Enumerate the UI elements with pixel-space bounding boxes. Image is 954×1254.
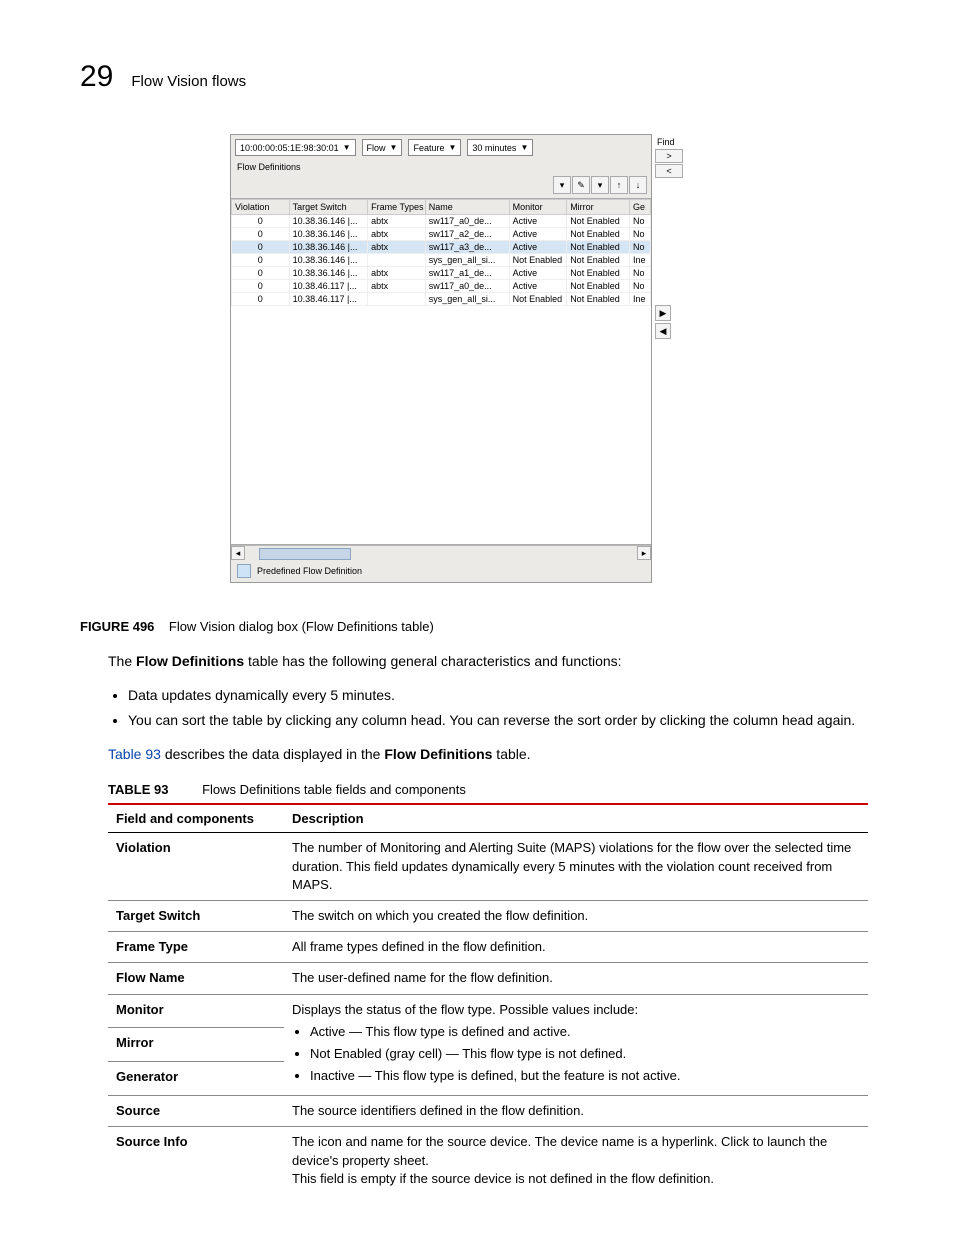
field-description: The switch on which you created the flow…: [284, 900, 868, 931]
field-description: The user-defined name for the flow defin…: [284, 963, 868, 994]
grid-column-header[interactable]: Ge: [630, 200, 651, 215]
flow-definitions-grid[interactable]: ViolationTarget SwitchFrame TypesNameMon…: [231, 198, 651, 545]
col-field: Field and components: [108, 804, 284, 833]
table-row[interactable]: 010.38.36.146 |...abtxsw117_a3_de...Acti…: [232, 241, 651, 254]
find-prev-button[interactable]: <: [655, 164, 683, 178]
legend-swatch: [237, 564, 251, 578]
figure-caption: FIGURE 496 Flow Vision dialog box (Flow …: [80, 619, 874, 634]
table-row[interactable]: 010.38.46.117 |...abtxsw117_a0_de...Acti…: [232, 280, 651, 293]
field-description: All frame types defined in the flow defi…: [284, 932, 868, 963]
table-caption: TABLE 93 Flows Definitions table fields …: [108, 782, 874, 797]
field-name: Monitor: [108, 994, 284, 1028]
feature-combo[interactable]: Feature▼: [408, 139, 461, 156]
table-row[interactable]: 010.38.36.146 |...abtxsw117_a1_de...Acti…: [232, 267, 651, 280]
page-header: 29 Flow Vision flows: [80, 60, 874, 94]
wwn-combo[interactable]: 10:00:00:05:1E:98:30:01▼: [235, 139, 356, 156]
table-row[interactable]: 010.38.36.146 |...abtxsw117_a0_de...Acti…: [232, 215, 651, 228]
field-description: The source identifiers defined in the fl…: [284, 1096, 868, 1127]
monitor-value-item: Active — This flow type is defined and a…: [310, 1023, 860, 1041]
dropdown-icon[interactable]: ▾: [553, 176, 571, 194]
flow-combo[interactable]: Flow▼: [362, 139, 403, 156]
legend-text: Predefined Flow Definition: [257, 566, 362, 576]
field-name: Flow Name: [108, 963, 284, 994]
field-name: Source Info: [108, 1127, 284, 1194]
find-label: Find: [655, 137, 685, 147]
up-arrow-icon[interactable]: ↑: [610, 176, 628, 194]
field-name: Source: [108, 1096, 284, 1127]
intro-paragraph: The Flow Definitions table has the follo…: [108, 652, 874, 672]
field-name: Violation: [108, 833, 284, 901]
field-name: Frame Type: [108, 932, 284, 963]
nav-right-icon[interactable]: ▶: [655, 305, 671, 321]
table-row[interactable]: 010.38.36.146 |...abtxsw117_a2_de...Acti…: [232, 228, 651, 241]
table-93: Field and components Description Violati…: [108, 803, 868, 1194]
table-title: Flows Definitions table fields and compo…: [202, 782, 466, 797]
legend: Predefined Flow Definition: [231, 560, 651, 582]
field-description: The number of Monitoring and Alerting Su…: [284, 833, 868, 901]
toolbar-icons: ▾ ✎ ▾ ↑ ↓: [231, 174, 651, 198]
bullet-item: You can sort the table by clicking any c…: [128, 711, 874, 731]
table-93-link[interactable]: Table 93: [108, 746, 161, 762]
nav-left-icon[interactable]: ◀: [655, 323, 671, 339]
dropdown2-icon[interactable]: ▾: [591, 176, 609, 194]
xref-paragraph: Table 93 describes the data displayed in…: [108, 745, 874, 765]
monitor-value-item: Inactive — This flow type is defined, bu…: [310, 1067, 860, 1085]
field-name: Mirror: [108, 1028, 284, 1062]
section-title: Flow Vision flows: [131, 73, 246, 90]
field-name: Generator: [108, 1062, 284, 1096]
field-description: Displays the status of the flow type. Po…: [284, 994, 868, 1096]
down-arrow-icon[interactable]: ↓: [629, 176, 647, 194]
config-icon[interactable]: ✎: [572, 176, 590, 194]
find-panel: Find > <: [655, 137, 685, 179]
bullet-item: Data updates dynamically every 5 minutes…: [128, 686, 874, 706]
table-number: TABLE 93: [108, 782, 168, 797]
intro-bullets: Data updates dynamically every 5 minutes…: [128, 686, 874, 731]
grid-column-header[interactable]: Frame Types: [368, 200, 426, 215]
flow-vision-dialog: Find > < ▶ ◀ 10:00:00:05:1E:98:30:01▼ Fl…: [230, 134, 652, 583]
grid-column-header[interactable]: Name: [425, 200, 509, 215]
table-row[interactable]: 010.38.46.117 |...sys_gen_all_si...Not E…: [232, 293, 651, 306]
grid-column-header[interactable]: Monitor: [509, 200, 567, 215]
toolbar-primary: 10:00:00:05:1E:98:30:01▼ Flow▼ Feature▼ …: [231, 135, 651, 160]
table-row[interactable]: 010.38.36.146 |...sys_gen_all_si...Not E…: [232, 254, 651, 267]
grid-column-header[interactable]: Target Switch: [289, 200, 368, 215]
nav-arrows: ▶ ◀: [655, 305, 671, 339]
horizontal-scrollbar[interactable]: ◂ ▸: [231, 545, 651, 560]
monitor-value-item: Not Enabled (gray cell) — This flow type…: [310, 1045, 860, 1063]
grid-column-header[interactable]: Mirror: [567, 200, 630, 215]
duration-combo[interactable]: 30 minutes▼: [467, 139, 533, 156]
grid-column-header[interactable]: Violation: [232, 200, 290, 215]
col-desc: Description: [284, 804, 868, 833]
field-name: Target Switch: [108, 900, 284, 931]
page-number: 29: [80, 60, 113, 94]
figure-screenshot: Find > < ▶ ◀ 10:00:00:05:1E:98:30:01▼ Fl…: [230, 134, 874, 583]
section-label: Flow Definitions: [231, 160, 651, 174]
figure-caption-text: Flow Vision dialog box (Flow Definitions…: [169, 619, 434, 634]
find-next-button[interactable]: >: [655, 149, 683, 163]
figure-number: FIGURE 496: [80, 619, 154, 634]
field-description: The icon and name for the source device.…: [284, 1127, 868, 1194]
